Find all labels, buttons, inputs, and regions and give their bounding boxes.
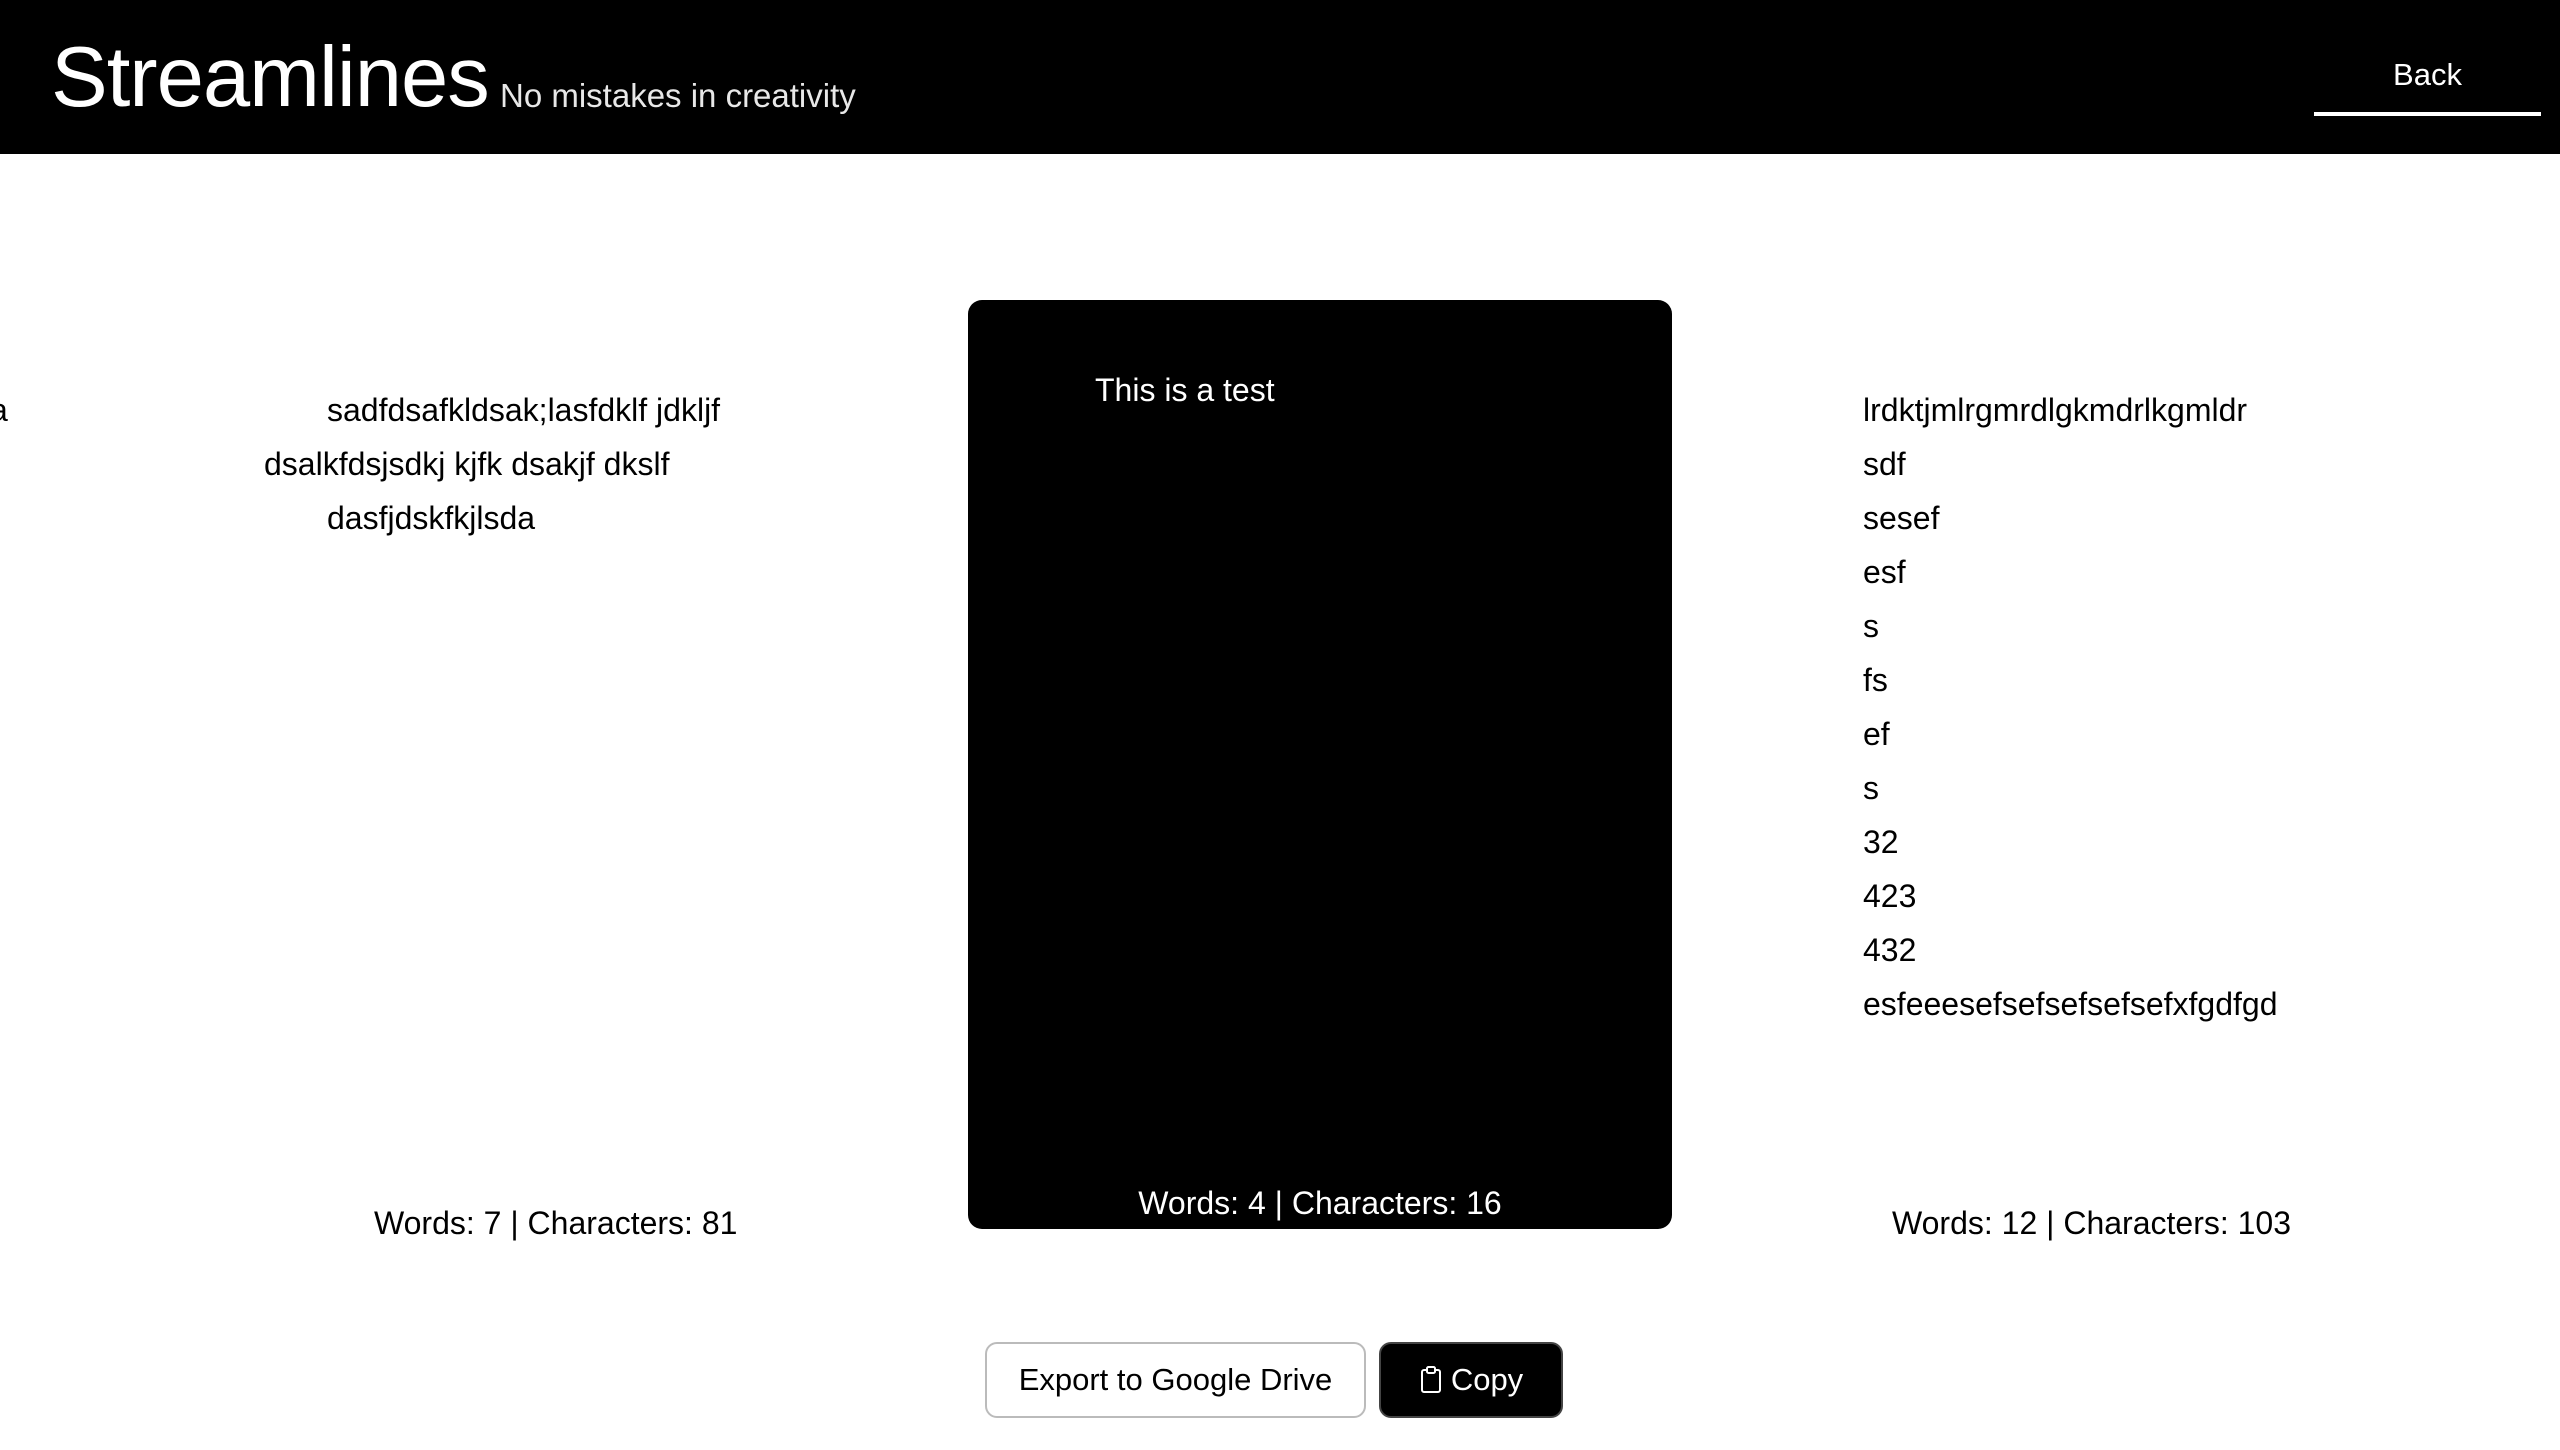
- app-title: Streamlines: [51, 30, 490, 125]
- left-stream-line: dasfjdskfkjlsda: [327, 500, 536, 536]
- right-stream-line: 32: [1863, 824, 1899, 860]
- center-editor-text[interactable]: This is a test: [1095, 370, 1275, 410]
- left-stream-text: sadfdsafkldsak;lasfdklf jdkljf dsalkfdsj…: [0, 383, 900, 545]
- right-word-count: Words: 12 | Characters: 103: [1892, 1205, 2292, 1241]
- right-stream-line: esf: [1863, 554, 1906, 590]
- export-google-drive-button[interactable]: Export to Google Drive: [985, 1342, 1366, 1418]
- right-stream-line: s: [1863, 770, 1879, 806]
- left-stream-line: dsalkfdsjsdkj kjfk dsakjf dkslf: [264, 446, 670, 482]
- app-tagline: No mistakes in creativity: [500, 77, 856, 114]
- left-stream-line: sadfdsafkldsak;lasfdklf jdkljf: [327, 392, 721, 428]
- header-bar: Streamlines No mistakes in creativity Ba…: [0, 0, 2560, 154]
- right-stream-line: esfeeesefsefsefsefsefxfgdfgd: [1863, 986, 2278, 1022]
- back-button[interactable]: Back: [2314, 50, 2541, 116]
- center-editor-card[interactable]: This is a test Words: 4 | Characters: 16: [968, 300, 1672, 1229]
- right-stream-line: 423: [1863, 878, 1917, 914]
- right-stream-line: fs: [1863, 662, 1888, 698]
- right-stream-line: ef: [1863, 716, 1890, 752]
- copy-button-label: Copy: [1450, 1362, 1524, 1397]
- left-word-count: Words: 7 | Characters: 81: [374, 1205, 738, 1241]
- right-stream-line: sesef: [1863, 500, 1940, 536]
- right-stream-line: s: [1863, 608, 1879, 644]
- right-stream-line: sdf: [1863, 446, 1906, 482]
- copy-button[interactable]: Copy: [1379, 1342, 1563, 1418]
- right-stream-line: lrdktjmlrgmrdlgkmdrlkgmldr: [1863, 392, 2248, 428]
- right-stream-line: 432: [1863, 932, 1917, 968]
- right-stream-text: lrdktjmlrgmrdlgkmdrlkgmldr sdf sesef esf…: [1863, 383, 2277, 1031]
- center-word-count: Words: 4 | Characters: 16: [1138, 1185, 1502, 1221]
- clipboard-icon: [1420, 1366, 1441, 1393]
